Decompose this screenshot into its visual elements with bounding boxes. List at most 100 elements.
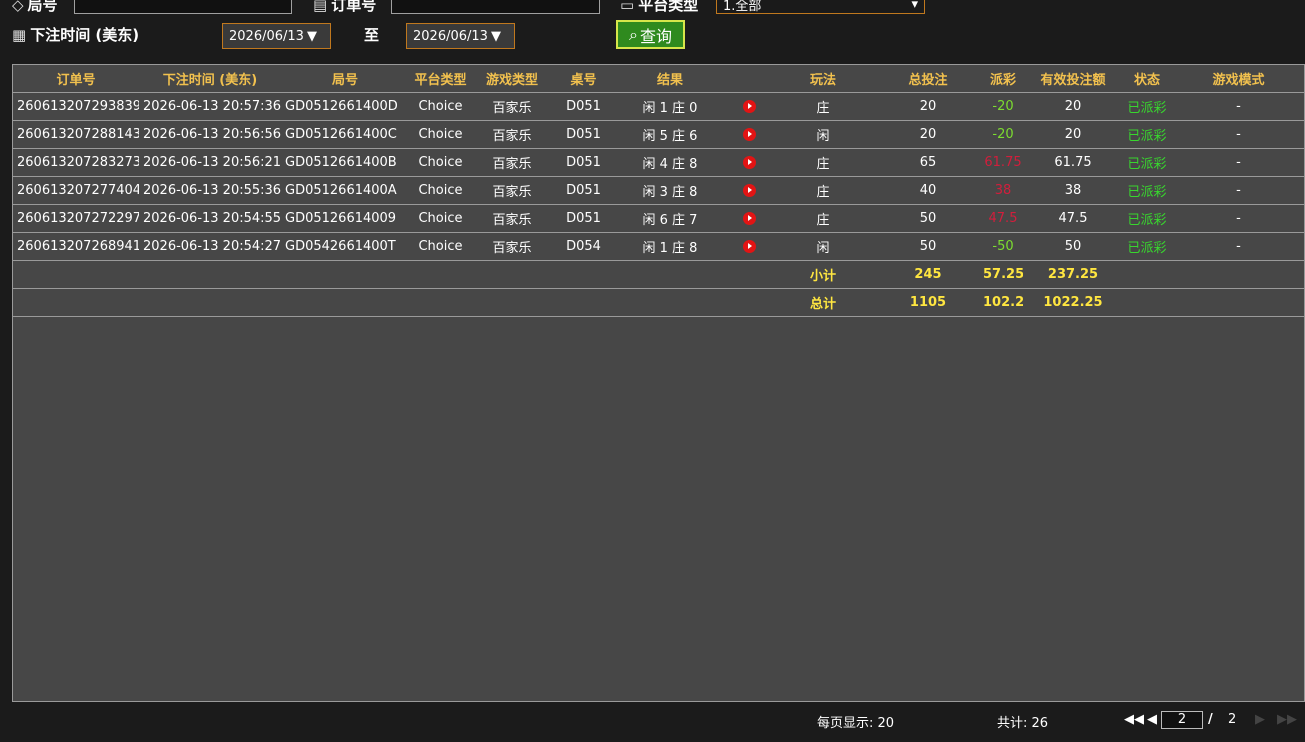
cell-bet-type: 闲	[773, 232, 873, 261]
date-to-value: 2026/06/13	[413, 28, 488, 44]
col-header-result[interactable]: 结果	[615, 65, 725, 93]
cell-result: 闲 6 庄 7	[615, 204, 725, 233]
subtotal-row-empty-cell	[1123, 260, 1171, 289]
first-page-icon[interactable]: ◀◀	[1124, 712, 1144, 727]
next-page-icon[interactable]: ▶	[1255, 712, 1265, 727]
table-row[interactable]: 260613207283273 2026-06-13 20:56:21 GD0512…	[13, 148, 1305, 177]
play-icon[interactable]	[742, 156, 756, 169]
cell-time: 2026-06-13 20:54:27	[139, 232, 281, 261]
grandtotal-row-empty-cell	[1171, 288, 1305, 317]
total-count-label: 共计: 26	[997, 716, 1049, 731]
play-icon[interactable]	[742, 212, 756, 225]
cell-table: D051	[552, 92, 615, 121]
cell-bet-type: 庄	[773, 92, 873, 121]
col-header-time[interactable]: 下注时间 (美东)	[139, 65, 281, 93]
grandtotal-row: 总计1105102.251022.25	[13, 288, 1305, 317]
col-header-mode[interactable]: 游戏模式	[1171, 65, 1305, 93]
table-row[interactable]: 260613207268941 2026-06-13 20:54:27 GD0542…	[13, 232, 1305, 261]
col-header-round[interactable]: 局号	[281, 65, 409, 93]
cell-time: 2026-06-13 20:54:55	[139, 204, 281, 233]
results-panel: 订单号 下注时间 (美东) 局号 平台类型 游戏类型 桌号 结果 玩法 总投注 …	[12, 64, 1305, 702]
cell-replay[interactable]	[725, 92, 773, 121]
grandtotal-row-payout: 102.25	[983, 288, 1023, 317]
col-header-valid-bet[interactable]: 有效投注额	[1023, 65, 1123, 93]
table-row[interactable]: 260613207272297 2026-06-13 20:54:55 GD0512…	[13, 204, 1305, 233]
cell-total-bet: 50	[873, 232, 983, 261]
subtotal-row-label: 小计	[773, 260, 873, 289]
col-header-payout[interactable]: 派彩	[983, 65, 1023, 93]
cell-result: 闲 5 庄 6	[615, 120, 725, 149]
table-row[interactable]: 260613207293839 2026-06-13 20:57:36 GD0512…	[13, 92, 1305, 121]
cell-payout: -20	[983, 120, 1023, 149]
col-header-platform[interactable]: 平台类型	[409, 65, 472, 93]
order-input[interactable]	[391, 0, 600, 14]
query-button[interactable]: ⌕ 查询	[616, 20, 685, 49]
cell-mode: -	[1171, 148, 1305, 177]
subtotal-row-empty-cell	[139, 260, 281, 289]
cell-result: 闲 1 庄 8	[615, 232, 725, 261]
platform-selected-value: 1.全部	[723, 0, 762, 14]
play-icon[interactable]	[742, 240, 756, 253]
cell-replay[interactable]	[725, 120, 773, 149]
col-header-order[interactable]: 订单号	[13, 65, 139, 93]
filter-bar: ◇ 局号 ▤ 订单号 ▭ 平台类型 1.全部 ▾ ▦ 下注时间 (美东) 202…	[0, 0, 1305, 60]
cell-replay[interactable]	[725, 148, 773, 177]
round-input[interactable]	[74, 0, 292, 14]
subtotal-row-valid: 237.25	[1023, 260, 1123, 289]
date-from-select[interactable]: 2026/06/13 ▼	[222, 23, 331, 49]
cell-mode: -	[1171, 92, 1305, 121]
total-pages-label: 2	[1228, 712, 1237, 727]
cell-payout: -50	[983, 232, 1023, 261]
cell-valid-bet: 20	[1023, 92, 1123, 121]
cell-game: 百家乐	[472, 92, 552, 121]
cell-table: D054	[552, 232, 615, 261]
table-row[interactable]: 260613207277404 2026-06-13 20:55:36 GD0512…	[13, 176, 1305, 205]
date-to-select[interactable]: 2026/06/13 ▼	[406, 23, 515, 49]
cell-replay[interactable]	[725, 204, 773, 233]
subtotal-row-empty-cell	[615, 260, 725, 289]
col-header-status[interactable]: 状态	[1123, 65, 1171, 93]
cell-platform: Choice	[409, 120, 472, 149]
grandtotal-row-empty-cell	[472, 288, 552, 317]
cell-result: 闲 3 庄 8	[615, 176, 725, 205]
cell-order: 260613207272297	[13, 204, 139, 233]
cell-mode: -	[1171, 120, 1305, 149]
cell-round: GD0542661400T	[281, 232, 409, 261]
cell-payout: 61.75	[983, 148, 1023, 177]
col-header-replay	[725, 65, 773, 93]
time-filter-label: ▦ 下注时间 (美东)	[12, 25, 140, 45]
cell-valid-bet: 61.75	[1023, 148, 1123, 177]
per-page-label: 每页显示: 20	[817, 716, 895, 731]
cell-mode: -	[1171, 176, 1305, 205]
cell-platform: Choice	[409, 204, 472, 233]
subtotal-row-empty-cell	[1171, 260, 1305, 289]
play-icon[interactable]	[742, 184, 756, 197]
cell-mode: -	[1171, 204, 1305, 233]
cell-platform: Choice	[409, 92, 472, 121]
play-icon[interactable]	[742, 128, 756, 141]
cell-table: D051	[552, 120, 615, 149]
page-number-input[interactable]: 2	[1161, 711, 1203, 729]
cell-valid-bet: 38	[1023, 176, 1123, 205]
table-row[interactable]: 260613207288143 2026-06-13 20:56:56 GD0512…	[13, 120, 1305, 149]
subtotal-row-empty-cell	[552, 260, 615, 289]
last-page-icon[interactable]: ▶▶	[1277, 712, 1297, 727]
cell-bet-type: 闲	[773, 120, 873, 149]
col-header-bet-type[interactable]: 玩法	[773, 65, 873, 93]
play-icon[interactable]	[742, 100, 756, 113]
cell-round: GD0512661400D	[281, 92, 409, 121]
platform-select[interactable]: 1.全部 ▾	[716, 0, 925, 14]
cell-order: 260613207268941	[13, 232, 139, 261]
cell-order: 260613207293839	[13, 92, 139, 121]
col-header-total-bet[interactable]: 总投注	[873, 65, 983, 93]
cell-time: 2026-06-13 20:55:36	[139, 176, 281, 205]
cell-bet-type: 庄	[773, 148, 873, 177]
cell-replay[interactable]	[725, 232, 773, 261]
prev-page-icon[interactable]: ◀	[1147, 712, 1157, 727]
cell-order: 260613207277404	[13, 176, 139, 205]
triangle-down-icon: ▼	[306, 28, 317, 44]
cell-total-bet: 20	[873, 92, 983, 121]
col-header-game[interactable]: 游戏类型	[472, 65, 552, 93]
col-header-table[interactable]: 桌号	[552, 65, 615, 93]
cell-replay[interactable]	[725, 176, 773, 205]
